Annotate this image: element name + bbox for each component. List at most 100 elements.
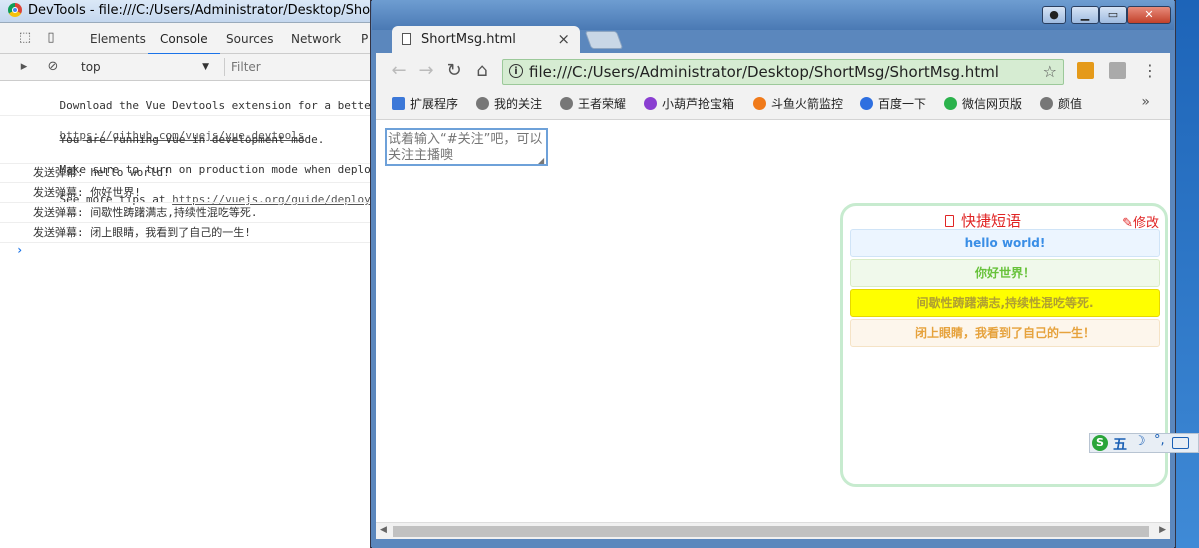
tab-network[interactable]: Network <box>291 32 341 46</box>
inspect-element-icon[interactable]: ⬚ <box>17 30 33 46</box>
bookmark-extensions[interactable]: 扩展程序 <box>392 95 458 112</box>
divider <box>0 202 372 203</box>
message-text: You are running Vue in development mode. <box>59 133 325 146</box>
resize-grip-icon[interactable]: ◢ <box>538 156 544 165</box>
bookmark-label: 斗鱼火箭监控 <box>771 97 844 111</box>
tab-console[interactable]: Console <box>148 32 220 55</box>
bookmark-label: 扩展程序 <box>410 97 459 111</box>
bookmark-label: 颜值 <box>1058 97 1083 111</box>
console-log: 发送弹幕: hello world! <box>33 166 170 179</box>
chevron-down-icon: ▼ <box>202 62 209 72</box>
console-toolbar: ▸ ⊘ top ▼ <box>0 54 372 81</box>
show-sidebar-icon[interactable]: ▸ <box>16 59 32 75</box>
devtools-window-title: DevTools - file:///C:/Users/Administrato… <box>28 3 399 18</box>
bookmark-favicon-icon <box>644 97 657 110</box>
chrome-icon <box>8 3 22 17</box>
devtools-titlebar: DevTools - file:///C:/Users/Administrato… <box>0 0 399 23</box>
browser-toolbar: ← → ↻ ⌂ i file:///C:/Users/Administrator… <box>376 53 1170 89</box>
divider <box>0 115 372 116</box>
console-prompt[interactable]: › <box>16 243 23 257</box>
halfwidth-moon-icon[interactable]: ☽ <box>1134 434 1146 449</box>
close-tab-icon[interactable]: × <box>557 30 570 48</box>
profile-icon[interactable]: ● <box>1042 6 1066 24</box>
new-tab-button[interactable] <box>584 31 624 49</box>
tab-elements[interactable]: Elements <box>90 32 146 46</box>
divider <box>0 222 372 223</box>
danmu-input[interactable] <box>385 128 548 166</box>
console-log: 发送弹幕: 闭上眼睛，我看到了自己的一生! <box>33 226 251 239</box>
bookmark-wechat-web[interactable]: 微信网页版 <box>944 95 1022 112</box>
bookmarks-bar: 扩展程序 我的关注 王者荣耀 小葫芦抢宝箱 斗鱼火箭监控 百度一下 微信网页版 … <box>376 89 1170 120</box>
tab-sources[interactable]: Sources <box>226 32 273 46</box>
devtools-tab-bar: ⬚ ▯ Elements Console Sources Network P <box>0 23 372 55</box>
reload-icon[interactable]: ↻ <box>443 60 465 82</box>
phrase-item[interactable]: 间歇性踌躇满志,持续性混吃等死. <box>850 289 1160 317</box>
document-icon <box>945 215 954 227</box>
tab-title: ShortMsg.html <box>421 32 516 47</box>
ime-toolbar[interactable]: S 五 ☽ °, <box>1089 433 1199 453</box>
browser-tab[interactable]: ShortMsg.html × <box>392 26 580 53</box>
console-log: 发送弹幕: 你好世界! <box>33 186 141 199</box>
maximize-button[interactable]: ▭ <box>1099 6 1127 24</box>
info-icon[interactable]: i <box>509 64 523 78</box>
bookmark-douyu-rocket[interactable]: 斗鱼火箭监控 <box>753 95 843 112</box>
divider <box>0 182 372 183</box>
divider <box>0 163 372 164</box>
bookmark-favicon-icon <box>476 97 489 110</box>
console-output: Download the Vue Devtools extension for … <box>0 81 372 548</box>
bookmarks-overflow-button[interactable]: » <box>1141 94 1150 110</box>
bookmark-favicon-icon <box>753 97 766 110</box>
filter-input[interactable] <box>224 58 372 76</box>
bookmark-label: 微信网页版 <box>962 97 1023 111</box>
punctuation-icon[interactable]: °, <box>1154 433 1165 448</box>
minimize-button[interactable]: ▁ <box>1071 6 1099 24</box>
bookmark-my-follows[interactable]: 我的关注 <box>476 95 542 112</box>
forward-icon[interactable]: → <box>415 60 437 82</box>
context-select[interactable]: top ▼ <box>75 58 215 76</box>
divider <box>0 242 372 243</box>
back-icon[interactable]: ← <box>388 60 410 82</box>
clear-console-icon[interactable]: ⊘ <box>45 59 61 75</box>
horizontal-scrollbar[interactable]: ◀ ▶ <box>376 522 1170 540</box>
url-text: file:///C:/Users/Administrator/Desktop/S… <box>529 63 999 81</box>
address-bar[interactable]: i file:///C:/Users/Administrator/Desktop… <box>502 59 1064 85</box>
extension-icon[interactable] <box>1109 62 1126 79</box>
bookmark-label: 王者荣耀 <box>578 97 627 111</box>
file-icon <box>402 33 411 45</box>
page-content: ◢ 快捷短语 ✎修改 hello world! 你好世界！ 间歇性踌躇满志,持续… <box>376 120 1170 522</box>
phrase-item[interactable]: 闭上眼睛，我看到了自己的一生！ <box>850 319 1160 347</box>
tab-performance[interactable]: P <box>361 32 368 46</box>
extension-icon[interactable] <box>1077 62 1094 79</box>
context-value: top <box>81 60 101 74</box>
bookmark-honor-of-kings[interactable]: 王者荣耀 <box>560 95 626 112</box>
home-icon[interactable]: ⌂ <box>471 60 493 82</box>
bookmark-favicon-icon <box>560 97 573 110</box>
wechat-icon <box>944 97 957 110</box>
panel-title: 快捷短语 <box>945 210 1021 231</box>
bookmark-label: 百度一下 <box>878 97 927 111</box>
bookmark-label: 小葫芦抢宝箱 <box>662 97 735 111</box>
bookmark-star-icon[interactable]: ☆ <box>1043 62 1057 81</box>
puzzle-icon <box>392 97 405 110</box>
device-toolbar-icon[interactable]: ▯ <box>43 30 59 46</box>
scroll-right-icon[interactable]: ▶ <box>1159 525 1166 535</box>
bookmark-favicon-icon <box>1040 97 1053 110</box>
bookmark-label: 我的关注 <box>494 97 543 111</box>
scrollbar-thumb[interactable] <box>393 526 1149 537</box>
browser-bottom-border <box>372 539 1174 548</box>
input-mode-indicator[interactable]: 五 <box>1113 434 1127 454</box>
panel-title-text: 快捷短语 <box>961 212 1022 230</box>
bookmark-baidu[interactable]: 百度一下 <box>860 95 926 112</box>
bookmark-xiaohulu[interactable]: 小葫芦抢宝箱 <box>644 95 734 112</box>
paw-icon <box>860 97 873 110</box>
sogou-logo-icon: S <box>1092 435 1108 451</box>
message-text: Download the Vue Devtools extension for … <box>59 99 373 112</box>
bookmark-yanzhi[interactable]: 颜值 <box>1040 95 1082 112</box>
keyboard-icon[interactable] <box>1172 437 1189 449</box>
console-log: 发送弹幕: 间歇性踌躇满志,持续性混吃等死. <box>33 206 258 219</box>
phrase-item[interactable]: hello world! <box>850 229 1160 257</box>
menu-icon[interactable]: ⋮ <box>1139 60 1161 82</box>
close-button[interactable]: ✕ <box>1127 6 1171 24</box>
scroll-left-icon[interactable]: ◀ <box>380 525 387 535</box>
phrase-item[interactable]: 你好世界！ <box>850 259 1160 287</box>
